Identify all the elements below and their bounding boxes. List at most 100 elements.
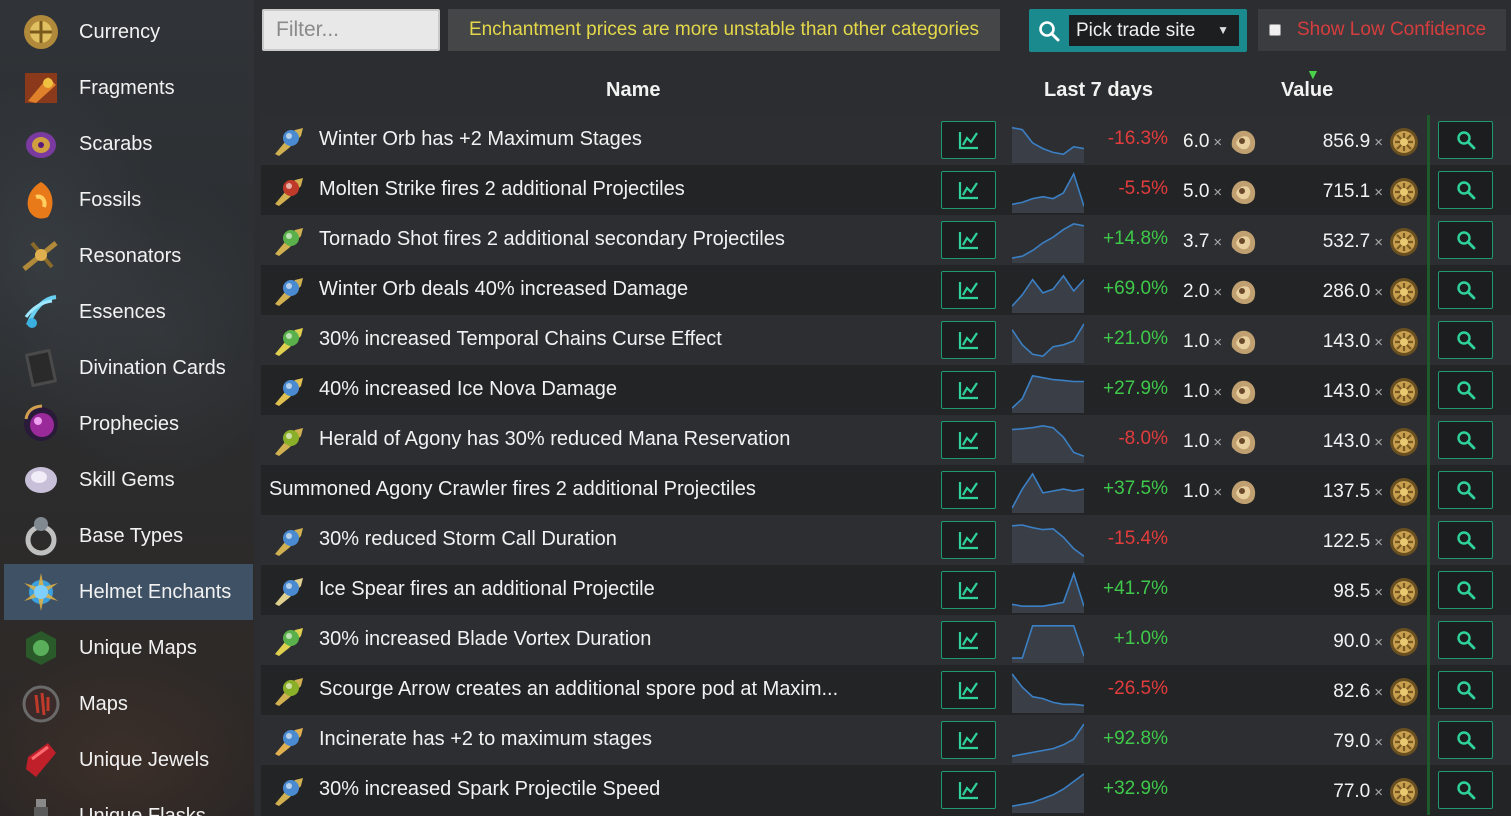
enchant-skill-icon (271, 774, 307, 808)
search-icon (1456, 681, 1475, 700)
sidebar-item-fossils[interactable]: Fossils (4, 172, 253, 228)
chaos-price: 122.5 × (1281, 527, 1421, 557)
times-icon: × (1374, 583, 1383, 601)
price-history-button[interactable] (941, 171, 996, 209)
sparkline-chart (1012, 374, 1084, 413)
sidebar-item-scarabs[interactable]: Scarabs (4, 116, 253, 172)
trade-search-button[interactable] (1438, 671, 1493, 709)
price-history-button[interactable] (941, 621, 996, 659)
trade-site-value: Pick trade site (1076, 19, 1196, 41)
trade-search-button[interactable] (1438, 571, 1493, 609)
enchant-name[interactable]: Molten Strike fires 2 additional Project… (319, 178, 685, 201)
price-history-button[interactable] (941, 721, 996, 759)
enchant-name[interactable]: Tornado Shot fires 2 additional secondar… (319, 228, 785, 251)
sidebar-item-unique-flasks[interactable]: Unique Flasks (4, 788, 253, 816)
search-icon (1456, 731, 1475, 750)
trade-search-button[interactable] (1438, 221, 1493, 259)
price-history-button[interactable] (941, 271, 996, 309)
exalt-value: 1.0 (1183, 331, 1210, 352)
price-history-button[interactable] (941, 471, 996, 509)
chaos-price: 98.5 × (1281, 577, 1421, 607)
enchant-name[interactable]: Herald of Agony has 30% reduced Mana Res… (319, 428, 790, 451)
times-icon: × (1374, 783, 1383, 801)
table-row: Scourge Arrow creates an additional spor… (261, 665, 1511, 715)
exalt-value: 1.0 (1183, 431, 1210, 452)
enchant-name[interactable]: Winter Orb has +2 Maximum Stages (319, 128, 642, 151)
enchant-name[interactable]: Scourge Arrow creates an additional spor… (319, 678, 838, 701)
price-history-button[interactable] (941, 371, 996, 409)
sidebar-item-prophecies[interactable]: Prophecies (4, 396, 253, 452)
sidebar-item-helmet-enchants[interactable]: Helmet Enchants (4, 564, 253, 620)
search-icon (1456, 481, 1475, 500)
sidebar-item-divination-cards[interactable]: Divination Cards (4, 340, 253, 396)
times-icon: × (1374, 133, 1383, 151)
enchant-name[interactable]: Incinerate has +2 to maximum stages (319, 728, 652, 751)
trade-search-button[interactable] (1438, 271, 1493, 309)
price-history-button[interactable] (941, 571, 996, 609)
trade-search-button[interactable] (1438, 521, 1493, 559)
search-icon (1456, 181, 1475, 200)
table-row: 30% increased Blade Vortex Duration +1.0%… (261, 615, 1511, 665)
enchant-name[interactable]: Summoned Agony Crawler fires 2 additiona… (269, 478, 756, 501)
filter-input[interactable] (262, 9, 440, 51)
header-last-7-days[interactable]: Last 7 days (1044, 79, 1153, 102)
trade-search-button[interactable] (1438, 621, 1493, 659)
line-chart-icon (958, 232, 978, 250)
sidebar-item-fragments[interactable]: Fragments (4, 60, 253, 116)
price-history-button[interactable] (941, 321, 996, 359)
column-divider (1427, 515, 1430, 565)
trade-search-button[interactable] (1029, 9, 1069, 52)
trade-search-button[interactable] (1438, 421, 1493, 459)
price-history-button[interactable] (941, 221, 996, 259)
enchant-name[interactable]: 30% increased Blade Vortex Duration (319, 628, 651, 651)
enchant-name[interactable]: Ice Spear fires an additional Projectile (319, 578, 655, 601)
chaos-price: 856.9 × (1281, 127, 1421, 157)
jewel-icon (18, 737, 64, 783)
trade-search-button[interactable] (1438, 371, 1493, 409)
enchant-name[interactable]: 30% reduced Storm Call Duration (319, 528, 617, 551)
price-history-button[interactable] (941, 521, 996, 559)
trade-search-button[interactable] (1438, 721, 1493, 759)
sidebar-item-label: Fossils (79, 188, 142, 211)
price-history-button[interactable] (941, 771, 996, 809)
sidebar-item-essences[interactable]: Essences (4, 284, 253, 340)
change-percent: -5.5% (1118, 178, 1168, 199)
sidebar-item-skill-gems[interactable]: Skill Gems (4, 452, 253, 508)
sidebar-item-unique-maps[interactable]: Unique Maps (4, 620, 253, 676)
trade-search-button[interactable] (1438, 171, 1493, 209)
sidebar-item-currency[interactable]: Currency (4, 4, 253, 60)
search-icon (1456, 781, 1475, 800)
sparkline-area (1012, 773, 1084, 813)
sidebar-item-maps[interactable]: Maps (4, 676, 253, 732)
trade-search-button[interactable] (1438, 471, 1493, 509)
sidebar-item-resonators[interactable]: Resonators (4, 228, 253, 284)
low-confidence-checkbox[interactable] (1269, 24, 1281, 36)
trade-search-button[interactable] (1438, 121, 1493, 159)
header-name[interactable]: Name (606, 79, 660, 102)
enchant-name[interactable]: 30% increased Temporal Chains Curse Effe… (319, 328, 722, 351)
header-value[interactable]: Value (1281, 79, 1333, 102)
low-confidence-toggle[interactable]: Show Low Confidence (1258, 9, 1506, 51)
times-icon: × (1374, 533, 1383, 551)
price-history-button[interactable] (941, 671, 996, 709)
search-icon (1456, 281, 1475, 300)
exalted-orb-icon (1231, 280, 1256, 305)
times-icon: × (1213, 233, 1223, 251)
enchant-name[interactable]: 40% increased Ice Nova Damage (319, 378, 617, 401)
trade-search-button[interactable] (1438, 321, 1493, 359)
search-icon (1456, 581, 1475, 600)
price-history-button[interactable] (941, 121, 996, 159)
sidebar-item-unique-jewels[interactable]: Unique Jewels (4, 732, 253, 788)
map-icon (18, 681, 64, 727)
trade-site-select[interactable]: Pick trade site ▼ (1069, 15, 1239, 46)
ring-icon (18, 513, 64, 559)
chaos-price: 77.0 × (1281, 777, 1421, 807)
price-history-button[interactable] (941, 421, 996, 459)
line-chart-icon (958, 282, 978, 300)
volatility-warning: Enchantment prices are more unstable tha… (448, 9, 1000, 51)
enchant-name[interactable]: Winter Orb deals 40% increased Damage (319, 278, 688, 301)
trade-search-button[interactable] (1438, 771, 1493, 809)
enchant-name[interactable]: 30% increased Spark Projectile Speed (319, 778, 660, 801)
exalted-orb-icon (1231, 380, 1256, 405)
sidebar-item-base-types[interactable]: Base Types (4, 508, 253, 564)
